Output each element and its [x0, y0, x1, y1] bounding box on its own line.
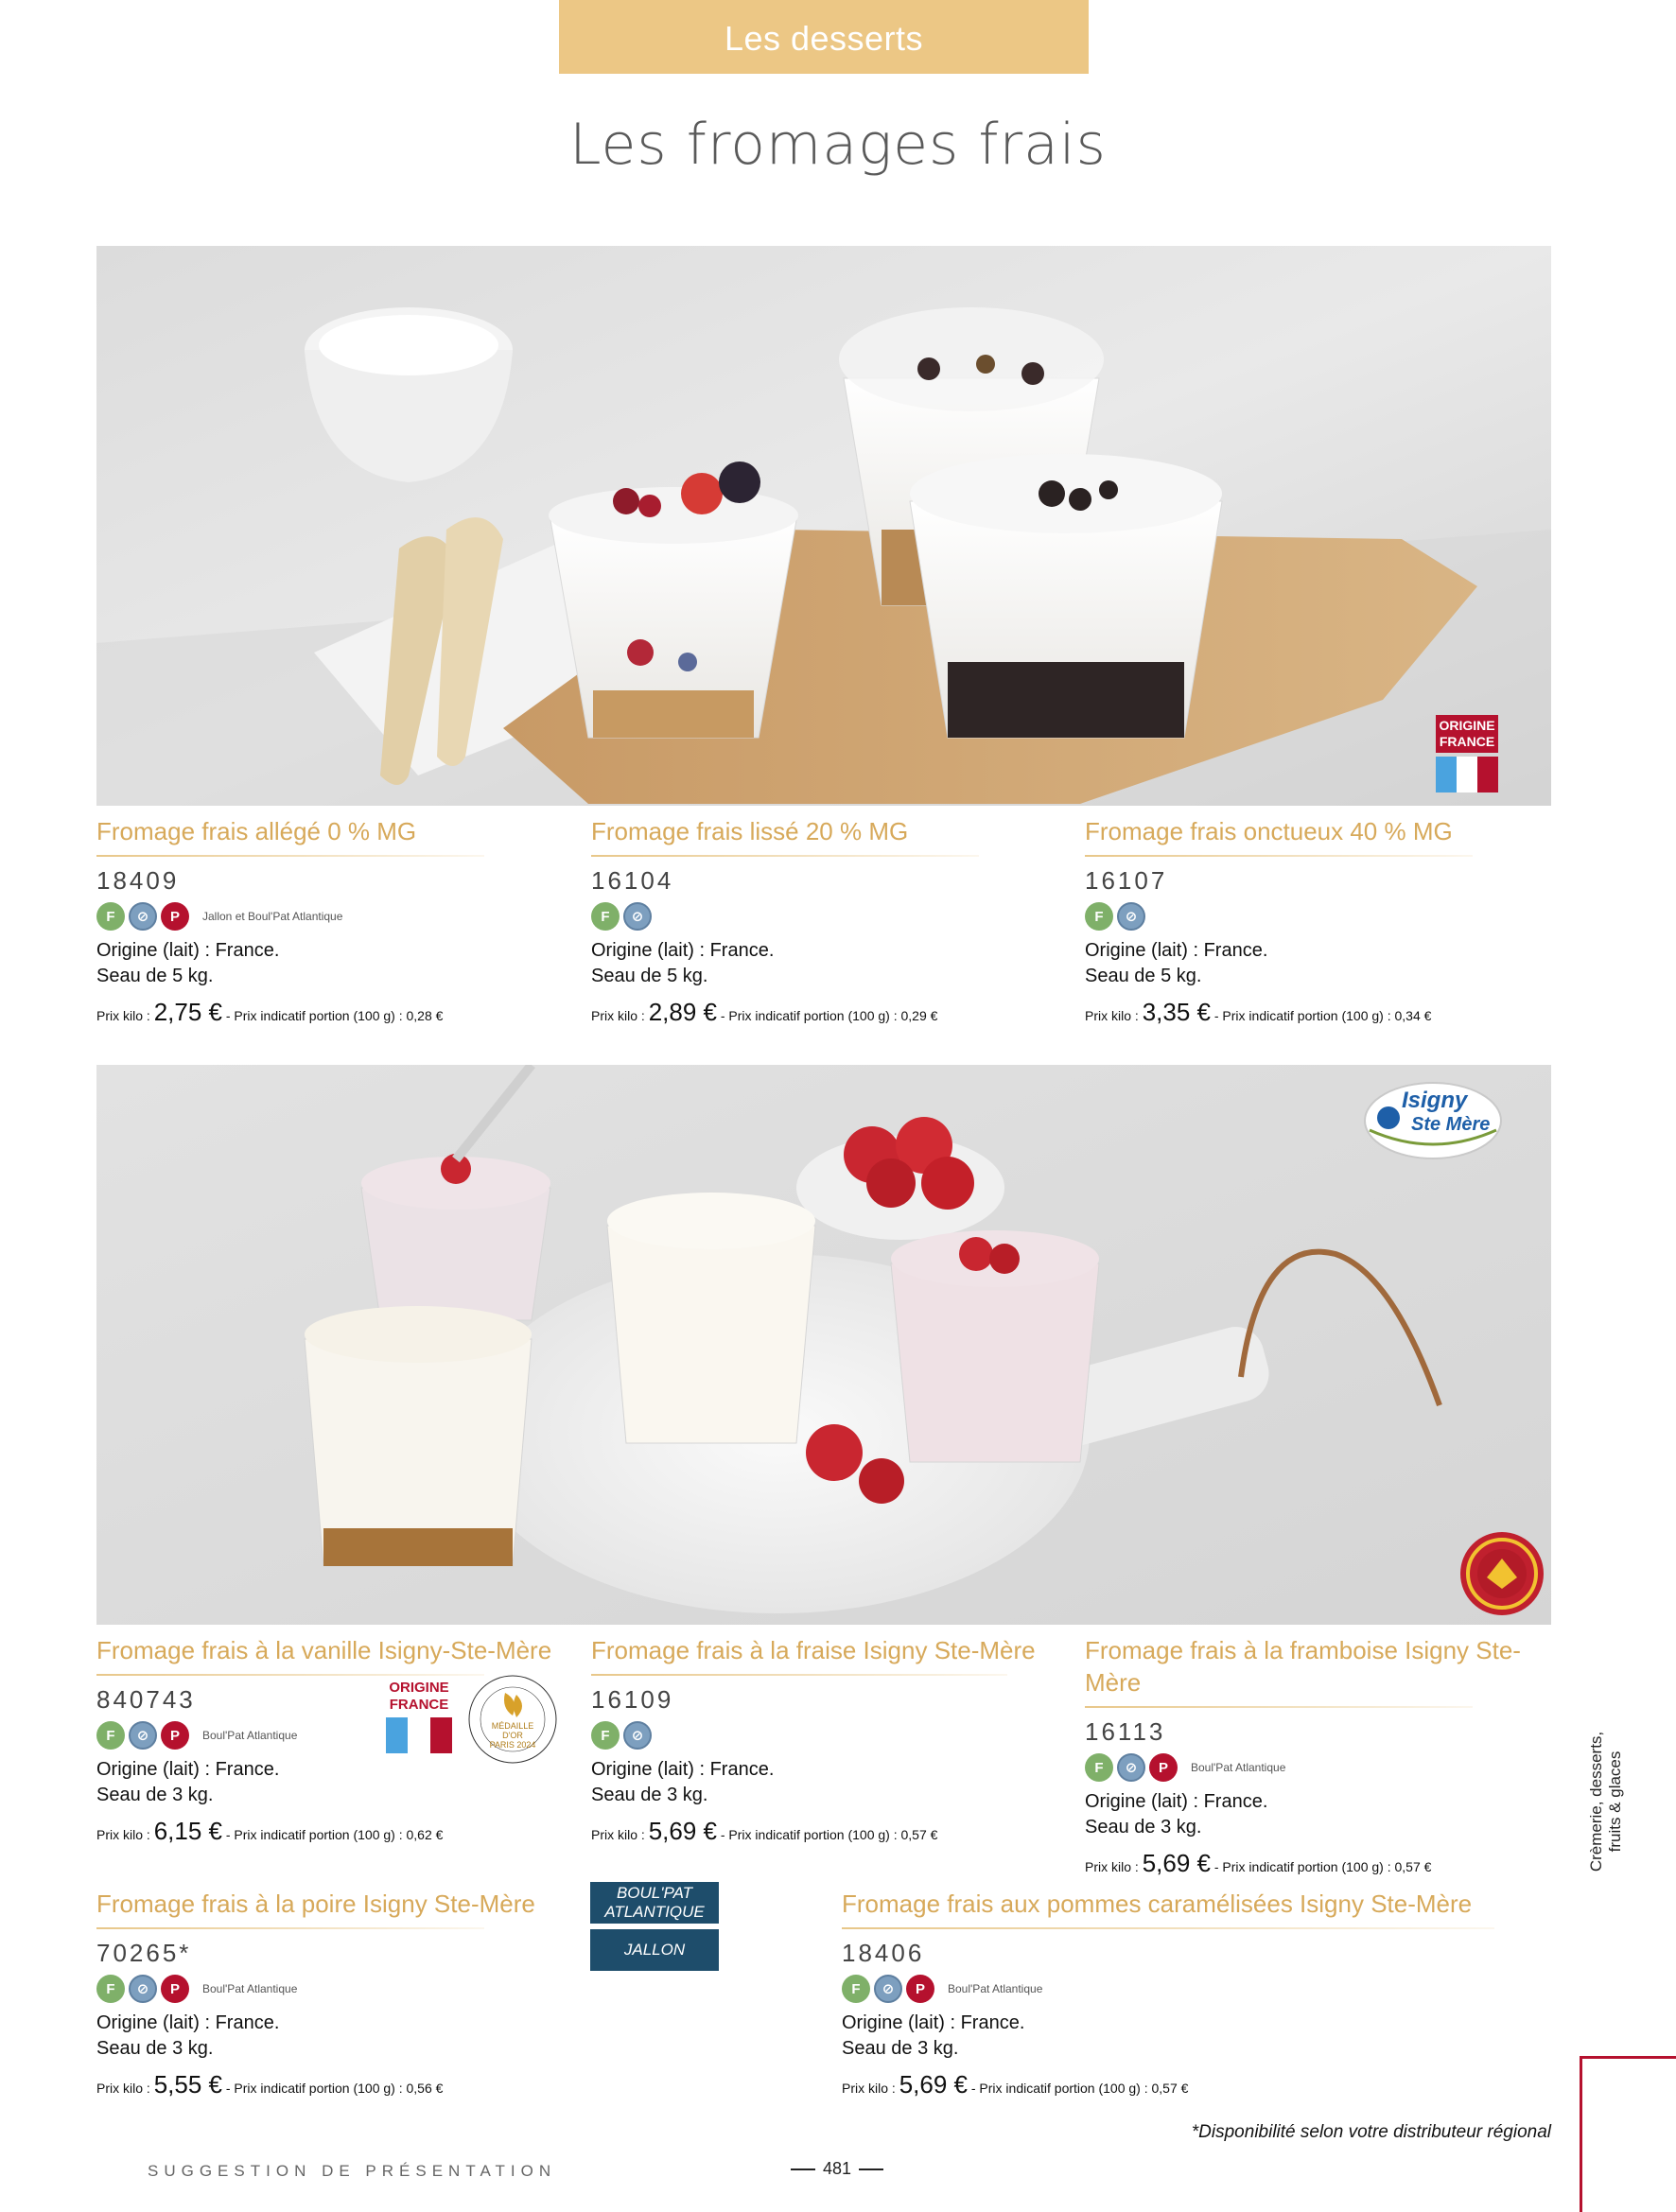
product-code: 16109: [591, 1685, 674, 1714]
product-badges: F ⊘ P Boul'Pat Atlantique: [842, 1973, 1523, 2005]
product-card: Fromage frais allégé 0 % MG 18409 F ⊘ P …: [96, 815, 541, 1029]
product-badges: F ⊘ P Boul'Pat Atlantique: [1085, 1751, 1548, 1784]
product-card: Fromage frais lissé 20 % MG 16104 F ⊘ Or…: [591, 815, 1036, 1029]
fresh-badge-icon: F: [591, 902, 620, 931]
fresh-badge-icon: F: [96, 902, 125, 931]
product-card: Fromage frais onctueux 40 % MG 16107 F ⊘…: [1085, 815, 1529, 1029]
product-origin: Origine (lait) : France.: [591, 1759, 775, 1780]
product-code: 70265*: [96, 1939, 192, 1967]
product-title: Fromage frais à la vanille Isigny-Ste-Mè…: [96, 1636, 552, 1664]
origine-france-badge: ORIGINE FRANCE: [386, 1680, 452, 1753]
side-tab-rule: [1580, 2056, 1676, 2059]
suggestion-caption: SUGGESTION DE PRÉSENTATION: [148, 2162, 557, 2180]
product-title: Fromage frais aux pommes caramélisées Is…: [842, 1890, 1473, 1918]
fresh-badge-icon: F: [1085, 1753, 1113, 1782]
no-freeze-icon: ⊘: [623, 1721, 652, 1750]
product-pack: Seau de 5 kg.: [96, 966, 214, 986]
distributor-label: Boul'Pat Atlantique: [1191, 1761, 1286, 1774]
distributor-label: Boul'Pat Atlantique: [948, 1982, 1043, 1995]
product-price: Prix kilo : 2,89 € - Prix indicatif port…: [591, 998, 938, 1026]
origine-france-badge-top: ORIGINE FRANCE: [1436, 715, 1498, 792]
product-price: Prix kilo : 5,69 € - Prix indicatif port…: [1085, 1849, 1432, 1877]
product-code: 18406: [842, 1939, 925, 1967]
product-card: Fromage frais à la poire Isigny Ste-Mère…: [96, 1888, 541, 2101]
product-card: Fromage frais aux pommes caramélisées Is…: [842, 1888, 1523, 2101]
page-number: 481: [783, 2159, 891, 2179]
fresh-badge-icon: F: [591, 1721, 620, 1750]
product-price: Prix kilo : 6,15 € - Prix indicatif port…: [96, 1817, 444, 1845]
distributor-label: Jallon et Boul'Pat Atlantique: [202, 910, 343, 923]
product-title: Fromage frais lissé 20 % MG: [591, 817, 909, 845]
product-origin: Origine (lait) : France.: [842, 2012, 1025, 2033]
product-code: 16113: [1085, 1717, 1166, 1746]
gold-medal-seal-icon: MÉDAILLE D'OR PARIS 2024: [467, 1674, 558, 1765]
product-card: Fromage frais à la framboise Isigny Ste-…: [1085, 1634, 1548, 1880]
no-freeze-icon: ⊘: [874, 1975, 902, 2003]
side-section-tab: Crèmerie, desserts, fruits & glaces: [1587, 1731, 1624, 1872]
product-badges: F ⊘ P Jallon et Boul'Pat Atlantique: [96, 900, 541, 932]
product-price: Prix kilo : 5,69 € - Prix indicatif port…: [842, 2070, 1189, 2099]
distributor-label: Boul'Pat Atlantique: [202, 1729, 298, 1742]
promo-badge-icon: P: [161, 1975, 189, 2003]
product-title: Fromage frais à la poire Isigny Ste-Mère: [96, 1890, 535, 1918]
product-origin: Origine (lait) : France.: [1085, 940, 1268, 961]
product-price: Prix kilo : 3,35 € - Prix indicatif port…: [1085, 998, 1432, 1026]
product-origin: Origine (lait) : France.: [591, 940, 775, 961]
no-freeze-icon: ⊘: [1117, 1753, 1145, 1782]
side-tab-rule-vertical: [1580, 2056, 1582, 2212]
product-pack: Seau de 3 kg.: [842, 2038, 959, 2059]
distributor-legend-jallon: JALLON: [590, 1929, 719, 1971]
product-badges: F ⊘: [1085, 900, 1529, 932]
promo-badge-icon: P: [906, 1975, 934, 2003]
product-pack: Seau de 5 kg.: [591, 966, 708, 986]
product-price: Prix kilo : 5,69 € - Prix indicatif port…: [591, 1817, 938, 1845]
product-title: Fromage frais à la framboise Isigny Ste-…: [1085, 1636, 1521, 1697]
distributor-legend-boulpat: BOUL'PAT ATLANTIQUE: [590, 1882, 719, 1924]
product-origin: Origine (lait) : France.: [96, 940, 280, 961]
fresh-badge-icon: F: [96, 1975, 125, 2003]
promo-badge-icon: P: [1149, 1753, 1178, 1782]
isigny-logo: Isigny Ste Mère: [1362, 1078, 1504, 1163]
product-price: Prix kilo : 5,55 € - Prix indicatif port…: [96, 2070, 444, 2099]
no-freeze-icon: ⊘: [129, 1721, 157, 1750]
page-title: Les fromages frais: [569, 112, 1107, 178]
product-pack: Seau de 3 kg.: [96, 2038, 214, 2059]
photo-bottom-desserts: [96, 1065, 1551, 1625]
product-price: Prix kilo : 2,75 € - Prix indicatif port…: [96, 998, 444, 1026]
product-badges: F ⊘: [591, 900, 1036, 932]
availability-footnote: *Disponibilité selon votre distributeur …: [1191, 2122, 1551, 2142]
product-title: Fromage frais à la fraise Isigny Ste-Mèr…: [591, 1636, 1036, 1664]
fresh-badge-icon: F: [1085, 902, 1113, 931]
fresh-badge-icon: F: [842, 1975, 870, 2003]
photo-top-desserts: [96, 246, 1551, 806]
product-pack: Seau de 3 kg.: [591, 1785, 708, 1805]
product-card: Fromage frais à la fraise Isigny Ste-Mèr…: [591, 1634, 1036, 1848]
no-freeze-icon: ⊘: [623, 902, 652, 931]
product-badges: F ⊘: [591, 1719, 1036, 1751]
section-tab: Les desserts: [559, 0, 1089, 74]
product-origin: Origine (lait) : France.: [96, 2012, 280, 2033]
product-origin: Origine (lait) : France.: [1085, 1791, 1268, 1812]
product-badges: F ⊘ P Boul'Pat Atlantique: [96, 1973, 541, 2005]
promo-badge-icon: P: [161, 902, 189, 931]
aop-seal-icon: [1458, 1530, 1545, 1617]
product-code: 16104: [591, 866, 674, 895]
product-code: 16107: [1085, 866, 1168, 895]
product-pack: Seau de 5 kg.: [1085, 966, 1202, 986]
product-title: Fromage frais onctueux 40 % MG: [1085, 817, 1453, 845]
product-pack: Seau de 3 kg.: [1085, 1817, 1202, 1838]
product-pack: Seau de 3 kg.: [96, 1785, 214, 1805]
no-freeze-icon: ⊘: [129, 1975, 157, 2003]
no-freeze-icon: ⊘: [129, 902, 157, 931]
fresh-badge-icon: F: [96, 1721, 125, 1750]
no-freeze-icon: ⊘: [1117, 902, 1145, 931]
distributor-label: Boul'Pat Atlantique: [202, 1982, 298, 1995]
product-title: Fromage frais allégé 0 % MG: [96, 817, 417, 845]
promo-badge-icon: P: [161, 1721, 189, 1750]
product-code: 18409: [96, 866, 180, 895]
